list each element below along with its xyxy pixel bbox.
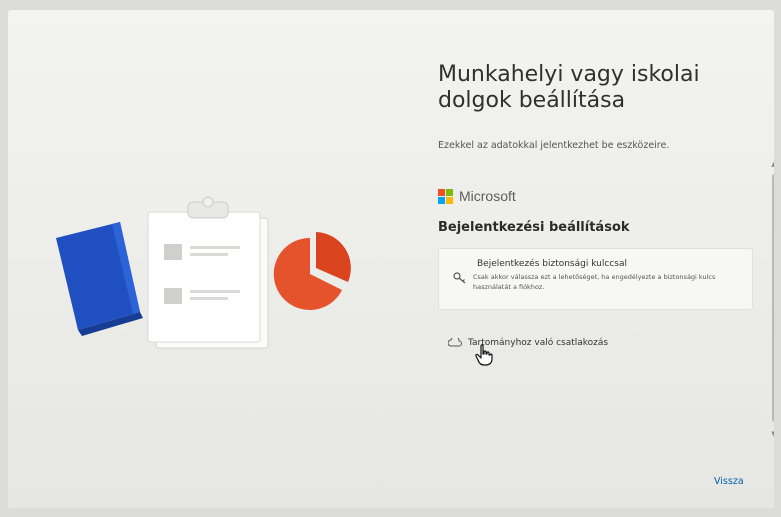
- pie-chart-illustration: [273, 232, 351, 310]
- scrollbar[interactable]: ▲ ▼: [770, 160, 774, 440]
- clipboard-illustration: [147, 196, 269, 349]
- page-title: Munkahelyi vagy iskolai dolgok beállítás…: [438, 62, 700, 113]
- security-key-option-description: Csak akkor válassza ezt a lehetőséget, h…: [473, 273, 716, 291]
- scroll-up-icon[interactable]: ▲: [770, 160, 774, 168]
- hand-cursor-icon: [475, 344, 493, 366]
- oobe-screen: Munkahelyi vagy iskolai dolgok beállítás…: [8, 10, 774, 508]
- signin-options-heading: Bejelentkezési beállítások: [438, 220, 630, 235]
- back-button[interactable]: Vissza: [714, 476, 744, 487]
- microsoft-wordmark: Microsoft: [459, 188, 516, 204]
- security-key-option-title: Bejelentkezés biztonsági kulccsal: [477, 259, 627, 269]
- join-domain-link[interactable]: Tartományhoz való csatlakozás: [448, 338, 608, 348]
- scrollbar-thumb[interactable]: [772, 174, 774, 422]
- security-key-option[interactable]: Bejelentkezés biztonsági kulccsal Csak a…: [438, 248, 753, 310]
- domain-icon: [448, 338, 462, 347]
- page-subtitle: Ezekkel az adatokkal jelentkezhet be esz…: [438, 140, 670, 151]
- microsoft-logo-icon: [438, 188, 453, 204]
- work-school-illustration: [56, 196, 351, 349]
- scroll-down-icon[interactable]: ▼: [770, 430, 774, 438]
- microsoft-brand: Microsoft: [438, 188, 516, 204]
- notebook-illustration: [56, 222, 143, 336]
- key-icon: [453, 272, 466, 284]
